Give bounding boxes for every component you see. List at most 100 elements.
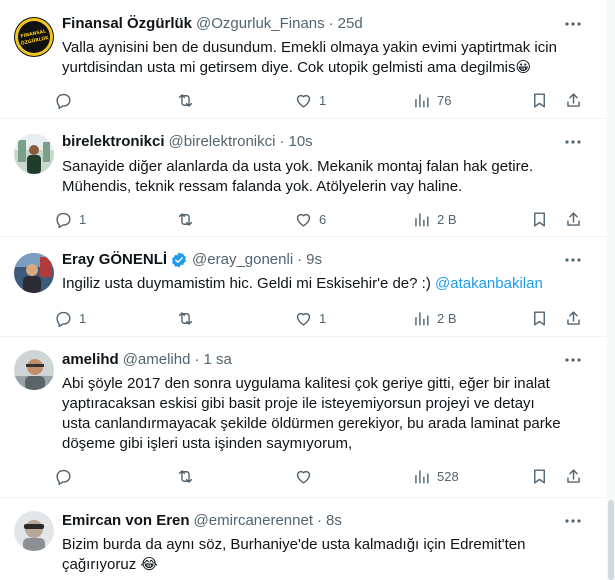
reply-icon <box>56 469 71 485</box>
tweet-text-line: Ingiliz usta duymamistim hic. Geldi mi E… <box>62 274 587 294</box>
bookmark-button[interactable] <box>530 209 549 229</box>
tweet-text-line: Bizim burda da aynı söz, Burhaniye'de us… <box>62 536 526 553</box>
like-button[interactable]: 6 <box>294 209 326 229</box>
scrollbar[interactable] <box>607 0 615 580</box>
views-icon <box>415 93 429 108</box>
action-bar: 1 76 <box>54 90 594 110</box>
tweet-header: amelihd @amelihd · 1 sa <box>62 350 567 370</box>
handle[interactable]: @emircanerennet <box>194 511 313 531</box>
display-name[interactable]: Finansal Özgürlük <box>62 14 192 34</box>
display-name[interactable]: amelihd <box>62 350 119 370</box>
views-button[interactable]: 2 B <box>412 209 457 229</box>
tweet-feed: FİNANSAL ÖZGÜRLÜK Finansal Özgürlük @Ozg… <box>0 0 607 580</box>
share-button[interactable] <box>564 466 583 486</box>
tweet[interactable]: FİNANSAL ÖZGÜRLÜK Finansal Özgürlük @Ozg… <box>0 0 607 119</box>
reply-button[interactable] <box>54 466 79 486</box>
reply-button[interactable]: 1 <box>54 308 86 328</box>
more-icon[interactable] <box>563 132 583 152</box>
tweet-text-line: Mühendis, teknik ressam falanda yok. Atö… <box>62 178 463 195</box>
timestamp[interactable]: 8s <box>326 511 342 531</box>
more-icon[interactable] <box>563 511 583 531</box>
tweet-text: Ingiliz usta duymamistim hic. Geldi mi E… <box>62 274 587 294</box>
reply-icon <box>56 212 71 228</box>
share-button[interactable] <box>564 209 583 229</box>
profile-photo-icon <box>14 134 54 174</box>
bookmark-icon <box>534 468 545 484</box>
timestamp[interactable]: 9s <box>306 250 322 270</box>
like-button[interactable]: 1 <box>294 308 326 328</box>
more-icon[interactable] <box>563 250 583 270</box>
more-icon[interactable] <box>563 14 583 34</box>
more-icon[interactable] <box>563 350 583 370</box>
profile-photo-icon <box>14 253 54 293</box>
retweet-icon <box>178 93 193 107</box>
share-icon <box>567 92 580 107</box>
handle[interactable]: @Ozgurluk_Finans <box>196 14 325 34</box>
retweet-button[interactable] <box>176 90 201 110</box>
tweet-text-line: çağırıyoruz 😂 <box>62 556 158 573</box>
tweet-text: Valla aynisini ben de dusundum. Emekli o… <box>62 38 587 78</box>
like-button[interactable]: 1 <box>294 90 326 110</box>
separator: · <box>279 133 285 150</box>
reply-count: 1 <box>79 310 87 326</box>
views-count: 2 B <box>437 310 457 326</box>
display-name[interactable]: Eray GÖNENLİ <box>62 250 167 270</box>
reply-button[interactable]: 1 <box>54 209 86 229</box>
timestamp[interactable]: 25d <box>338 14 363 34</box>
scrollbar-thumb[interactable] <box>608 500 614 580</box>
like-icon <box>296 312 311 326</box>
reply-button[interactable] <box>54 90 79 110</box>
tweet[interactable]: amelihd @amelihd · 1 sa Abi şöyle 2017 d… <box>0 337 607 498</box>
separator: · <box>297 251 303 268</box>
like-button[interactable] <box>294 466 319 486</box>
tweet[interactable]: birelektronikci @birelektronikci · 10s S… <box>0 119 607 237</box>
handle[interactable]: @eray_gonenli <box>192 250 293 270</box>
views-button[interactable]: 2 B <box>412 308 457 328</box>
display-name[interactable]: Emircan von Eren <box>62 511 190 531</box>
share-button[interactable] <box>564 90 583 110</box>
timestamp[interactable]: 10s <box>288 132 312 152</box>
bookmark-button[interactable] <box>530 90 549 110</box>
like-count: 1 <box>319 310 327 326</box>
tweet-text-line: Sanayide diğer alanlarda da usta yok. Me… <box>62 158 534 175</box>
views-button[interactable]: 76 <box>412 90 451 110</box>
avatar[interactable] <box>14 134 54 174</box>
views-icon <box>415 311 429 326</box>
views-count: 76 <box>437 92 452 108</box>
tweet-text-line: yaptıracaksan eskisi gibi basit proje il… <box>62 395 535 412</box>
avatar[interactable] <box>14 350 54 390</box>
avatar[interactable] <box>14 511 54 551</box>
share-button[interactable] <box>564 308 583 328</box>
mention-link[interactable]: @atakanbakilan <box>435 275 543 292</box>
retweet-button[interactable] <box>176 466 201 486</box>
like-icon <box>296 94 311 108</box>
bookmark-button[interactable] <box>530 308 549 328</box>
views-count: 2 B <box>437 211 457 227</box>
tweet[interactable]: Eray GÖNENLİ @eray_gonenli · 9s Ingiliz … <box>0 237 607 337</box>
separator: · <box>317 512 322 529</box>
handle[interactable]: @birelektronikci <box>169 132 276 152</box>
timestamp[interactable]: 1 sa <box>203 350 231 370</box>
display-name[interactable]: birelektronikci <box>62 132 165 152</box>
avatar[interactable] <box>14 253 54 293</box>
reply-icon <box>56 93 71 109</box>
share-icon <box>567 468 580 483</box>
views-button[interactable]: 528 <box>412 466 459 486</box>
tweet-text: Abi şöyle 2017 den sonra uygulama kalite… <box>62 374 587 454</box>
verified-icon <box>172 252 187 268</box>
handle[interactable]: @amelihd <box>123 350 191 370</box>
avatar[interactable]: FİNANSAL ÖZGÜRLÜK <box>14 17 54 57</box>
tweet-header: Finansal Özgürlük @Ozgurluk_Finans · 25d <box>62 14 567 34</box>
finansal-logo-icon: FİNANSAL ÖZGÜRLÜK <box>14 17 54 57</box>
bookmark-button[interactable] <box>530 466 549 486</box>
tweet-text-line: Abi şöyle 2017 den sonra uygulama kalite… <box>62 375 550 392</box>
tweet[interactable]: Emircan von Eren @emircanerennet · 8s Bi… <box>0 498 607 580</box>
bookmark-icon <box>534 92 545 108</box>
like-count: 6 <box>319 211 327 227</box>
tweet-text-line: döşeme gibi işleri usta işinden saymıyor… <box>62 435 353 452</box>
retweet-button[interactable] <box>176 209 201 229</box>
bookmark-icon <box>534 211 545 227</box>
reply-icon <box>56 311 71 327</box>
retweet-button[interactable] <box>176 308 201 328</box>
tweet-header: birelektronikci @birelektronikci · 10s <box>62 132 567 152</box>
